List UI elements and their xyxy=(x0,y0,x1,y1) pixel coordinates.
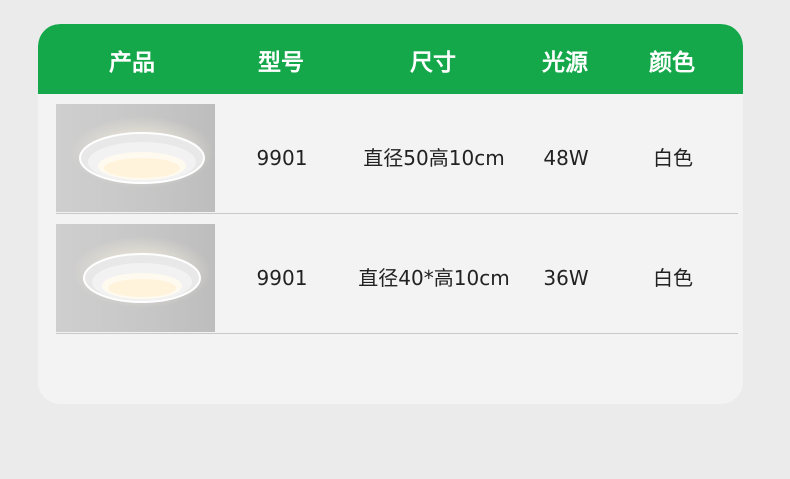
cell-model: 9901 xyxy=(256,266,308,290)
product-image xyxy=(56,224,215,332)
cell-size: 直径50高10cm xyxy=(363,146,505,170)
spec-table-card: 产品 型号 尺寸 光源 颜色 9901 直径50高10cm 48W 白色 990… xyxy=(38,24,743,404)
table-row: 9901 直径50高10cm 48W 白色 xyxy=(56,96,738,214)
product-image xyxy=(56,104,215,212)
row-divider xyxy=(56,213,738,214)
ceiling-light-icon xyxy=(72,236,212,308)
header-product: 产品 xyxy=(109,50,155,76)
table-header: 产品 型号 尺寸 光源 颜色 xyxy=(38,24,743,94)
row-divider xyxy=(56,333,738,334)
table-row: 9901 直径40*高10cm 36W 白色 xyxy=(56,216,738,334)
header-model: 型号 xyxy=(258,50,304,76)
cell-color: 白色 xyxy=(653,146,693,170)
cell-model: 9901 xyxy=(256,146,308,170)
cell-color: 白色 xyxy=(653,266,693,290)
cell-light-source: 36W xyxy=(543,266,589,290)
cell-light-source: 48W xyxy=(543,146,589,170)
header-color: 颜色 xyxy=(649,50,695,76)
cell-size: 直径40*高10cm xyxy=(358,266,510,290)
header-size: 尺寸 xyxy=(410,50,456,76)
header-light-source: 光源 xyxy=(542,50,588,76)
ceiling-light-icon xyxy=(70,116,214,188)
